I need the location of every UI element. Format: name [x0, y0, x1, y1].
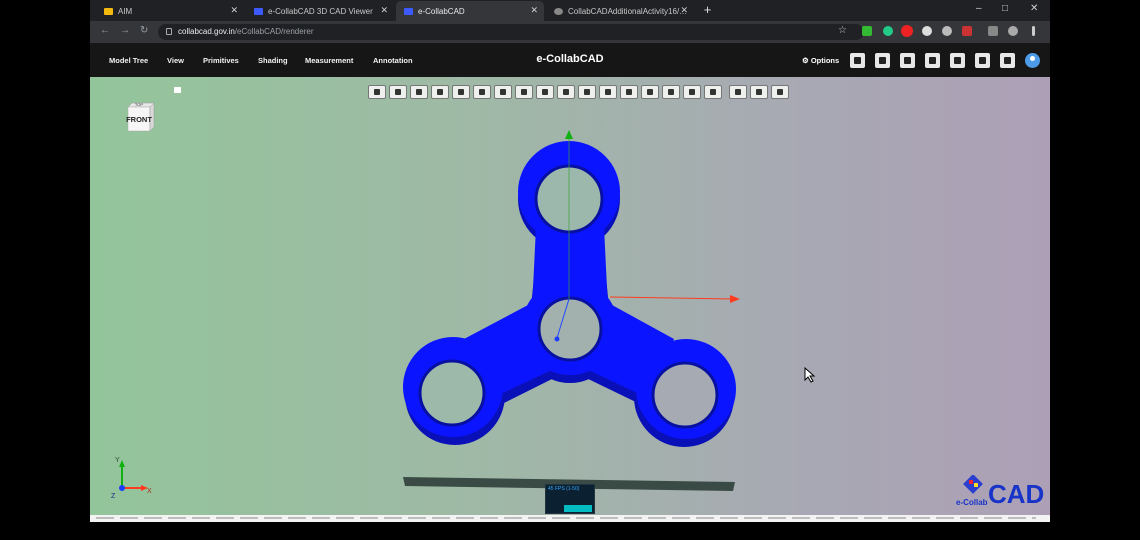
url-path: /eCollabCAD/renderer — [234, 27, 314, 36]
globe-favicon-icon — [554, 7, 563, 15]
bearing-hole-left — [418, 359, 486, 427]
fullscreen-icon[interactable] — [875, 53, 890, 68]
tab-additional-activity[interactable]: CollabCADAdditionalActivity16/… ✕ — [546, 1, 694, 21]
address-bar[interactable]: collabcad.gov.in/eCollabCAD/renderer — [158, 24, 864, 40]
fps-meter: 45 FPS (1-50) — [545, 484, 595, 514]
back-icon[interactable]: ← — [100, 25, 110, 36]
extension-icon[interactable] — [862, 26, 872, 36]
collabcad-favicon-icon — [404, 7, 413, 15]
fps-text: 45 FPS (1-50) — [548, 486, 580, 492]
tab-3d-viewer[interactable]: e-CollabCAD 3D CAD Viewer ✕ — [246, 1, 394, 21]
model-canvas: Y X Z — [111, 130, 740, 500]
bookmark-star-icon[interactable]: ☆ — [838, 25, 847, 36]
grammarly-icon[interactable] — [883, 26, 893, 36]
reload-icon[interactable]: ↻ — [140, 25, 148, 36]
z-axis-label: Z — [111, 493, 116, 500]
fps-graph — [564, 505, 592, 512]
axis-triad: Y X Z — [111, 457, 152, 500]
cast-icon[interactable] — [988, 26, 998, 36]
save-icon[interactable] — [975, 53, 990, 68]
minimize-icon[interactable]: – — [976, 3, 982, 14]
x-axis-label: X — [147, 488, 152, 495]
close-icon[interactable]: ✕ — [530, 5, 538, 16]
app-header: Model Tree View Primitives Shading Measu… — [90, 43, 1050, 77]
x-axis-arrow-icon — [730, 295, 740, 303]
gear-icon: ⚙ — [802, 56, 809, 65]
collabcad-favicon-icon — [254, 7, 263, 15]
refresh-icon[interactable] — [900, 53, 915, 68]
tab-ecollabcad[interactable]: e-CollabCAD ✕ — [396, 1, 544, 21]
y-axis-arrow-icon — [565, 130, 573, 139]
tab-strip: AIM ✕ e-CollabCAD 3D CAD Viewer ✕ e-Coll… — [90, 0, 1050, 21]
screenshot-icon[interactable] — [850, 53, 865, 68]
bearing-hole-center — [537, 296, 603, 362]
more-menu-icon[interactable] — [1032, 26, 1035, 36]
status-strip — [90, 515, 1050, 522]
adblock-icon[interactable] — [901, 25, 913, 37]
logo-main: CAD — [988, 479, 1044, 509]
close-window-icon[interactable]: ✕ — [1030, 3, 1038, 14]
pdf-icon[interactable] — [962, 26, 972, 36]
aim-favicon-icon — [104, 7, 113, 15]
new-tab-button[interactable]: + — [700, 3, 715, 18]
extension-icon[interactable] — [922, 26, 932, 36]
ecollabcad-logo: e-Collab CAD — [956, 475, 1044, 509]
y-axis-label: Y — [115, 457, 120, 464]
close-icon[interactable]: ✕ — [680, 5, 688, 16]
3d-viewport[interactable]: TOP FRONT Y X Z 45 FPS (1-50) e-Collab C… — [90, 77, 1050, 515]
export-icon[interactable] — [950, 53, 965, 68]
close-icon[interactable]: ✕ — [230, 5, 238, 16]
tab-title: e-CollabCAD — [418, 6, 465, 16]
url-text: collabcad.gov.in/eCollabCAD/renderer — [178, 27, 313, 36]
tab-title: e-CollabCAD 3D CAD Viewer — [268, 6, 373, 16]
close-icon[interactable]: ✕ — [380, 5, 388, 16]
profile-icon[interactable] — [1008, 26, 1018, 36]
origin-point — [554, 336, 560, 342]
user-avatar[interactable] — [1025, 53, 1040, 68]
maximize-icon[interactable]: □ — [1002, 3, 1008, 14]
tab-aim[interactable]: AIM ✕ — [96, 1, 244, 21]
url-host: collabcad.gov.in — [178, 27, 235, 36]
extension-icon[interactable] — [942, 26, 952, 36]
import-icon[interactable] — [925, 53, 940, 68]
browser-window: AIM ✕ e-CollabCAD 3D CAD Viewer ✕ e-Coll… — [90, 0, 1050, 522]
forward-icon[interactable]: → — [120, 25, 130, 36]
options-button[interactable]: ⚙ Options — [802, 56, 839, 65]
tab-title: CollabCADAdditionalActivity16/… — [568, 6, 688, 16]
bearing-hole-right — [651, 361, 719, 429]
settings-icon[interactable] — [1000, 53, 1015, 68]
logo-prefix: e-Collab — [956, 498, 988, 507]
tab-title: AIM — [118, 6, 133, 16]
mouse-cursor-icon — [804, 367, 816, 383]
options-label: Options — [810, 56, 840, 65]
lock-icon — [166, 28, 172, 35]
